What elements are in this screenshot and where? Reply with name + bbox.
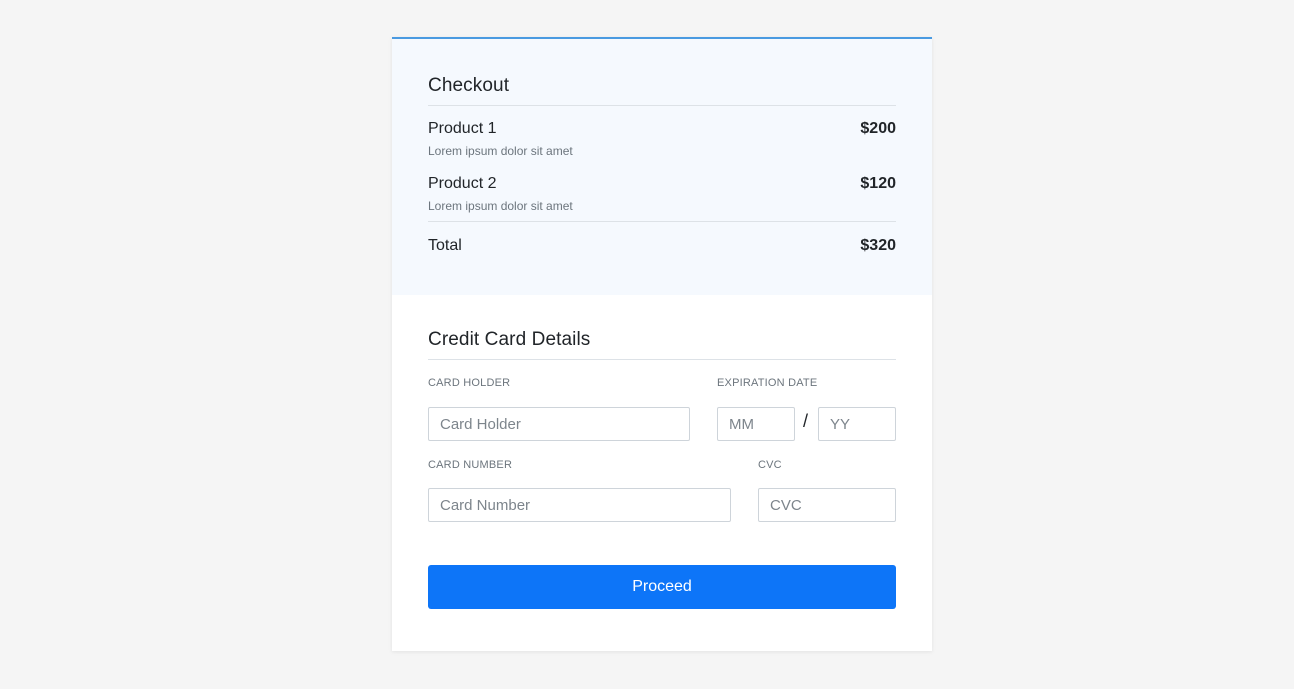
card-holder-label: Card Holder xyxy=(428,377,511,389)
list-item: Product 2 Lorem ipsum dolor sit amet $12… xyxy=(428,175,896,217)
checkout-card: Checkout Product 1 Lorem ipsum dolor sit… xyxy=(392,37,932,651)
date-separator: / xyxy=(803,411,809,431)
product-name: Product 2 xyxy=(428,175,497,192)
credit-card-details: Credit Card Details Card Holder Expirati… xyxy=(392,295,932,609)
product-price: $120 xyxy=(860,175,896,192)
total-row: Total $320 xyxy=(428,221,896,273)
card-number-label: Card Number xyxy=(428,459,513,471)
cvc-input[interactable] xyxy=(758,488,896,522)
product-description: Lorem ipsum dolor sit amet xyxy=(428,199,573,213)
cvc-label: CVC xyxy=(758,459,782,471)
product-description: Lorem ipsum dolor sit amet xyxy=(428,144,573,158)
product-name: Product 1 xyxy=(428,120,497,137)
total-value: $320 xyxy=(860,237,896,254)
product-price: $200 xyxy=(860,120,896,137)
order-summary: Checkout Product 1 Lorem ipsum dolor sit… xyxy=(392,39,932,295)
list-item: Product 1 Lorem ipsum dolor sit amet $20… xyxy=(428,120,896,162)
total-label: Total xyxy=(428,237,462,254)
checkout-title: Checkout xyxy=(428,75,896,106)
card-number-input[interactable] xyxy=(428,488,731,522)
card-holder-input[interactable] xyxy=(428,407,690,441)
expiration-date-label: Expiration Date xyxy=(717,377,818,389)
expiration-year-input[interactable] xyxy=(818,407,896,441)
proceed-button[interactable]: Proceed xyxy=(428,565,896,609)
expiration-month-input[interactable] xyxy=(717,407,795,441)
card-details-title: Credit Card Details xyxy=(428,329,896,360)
